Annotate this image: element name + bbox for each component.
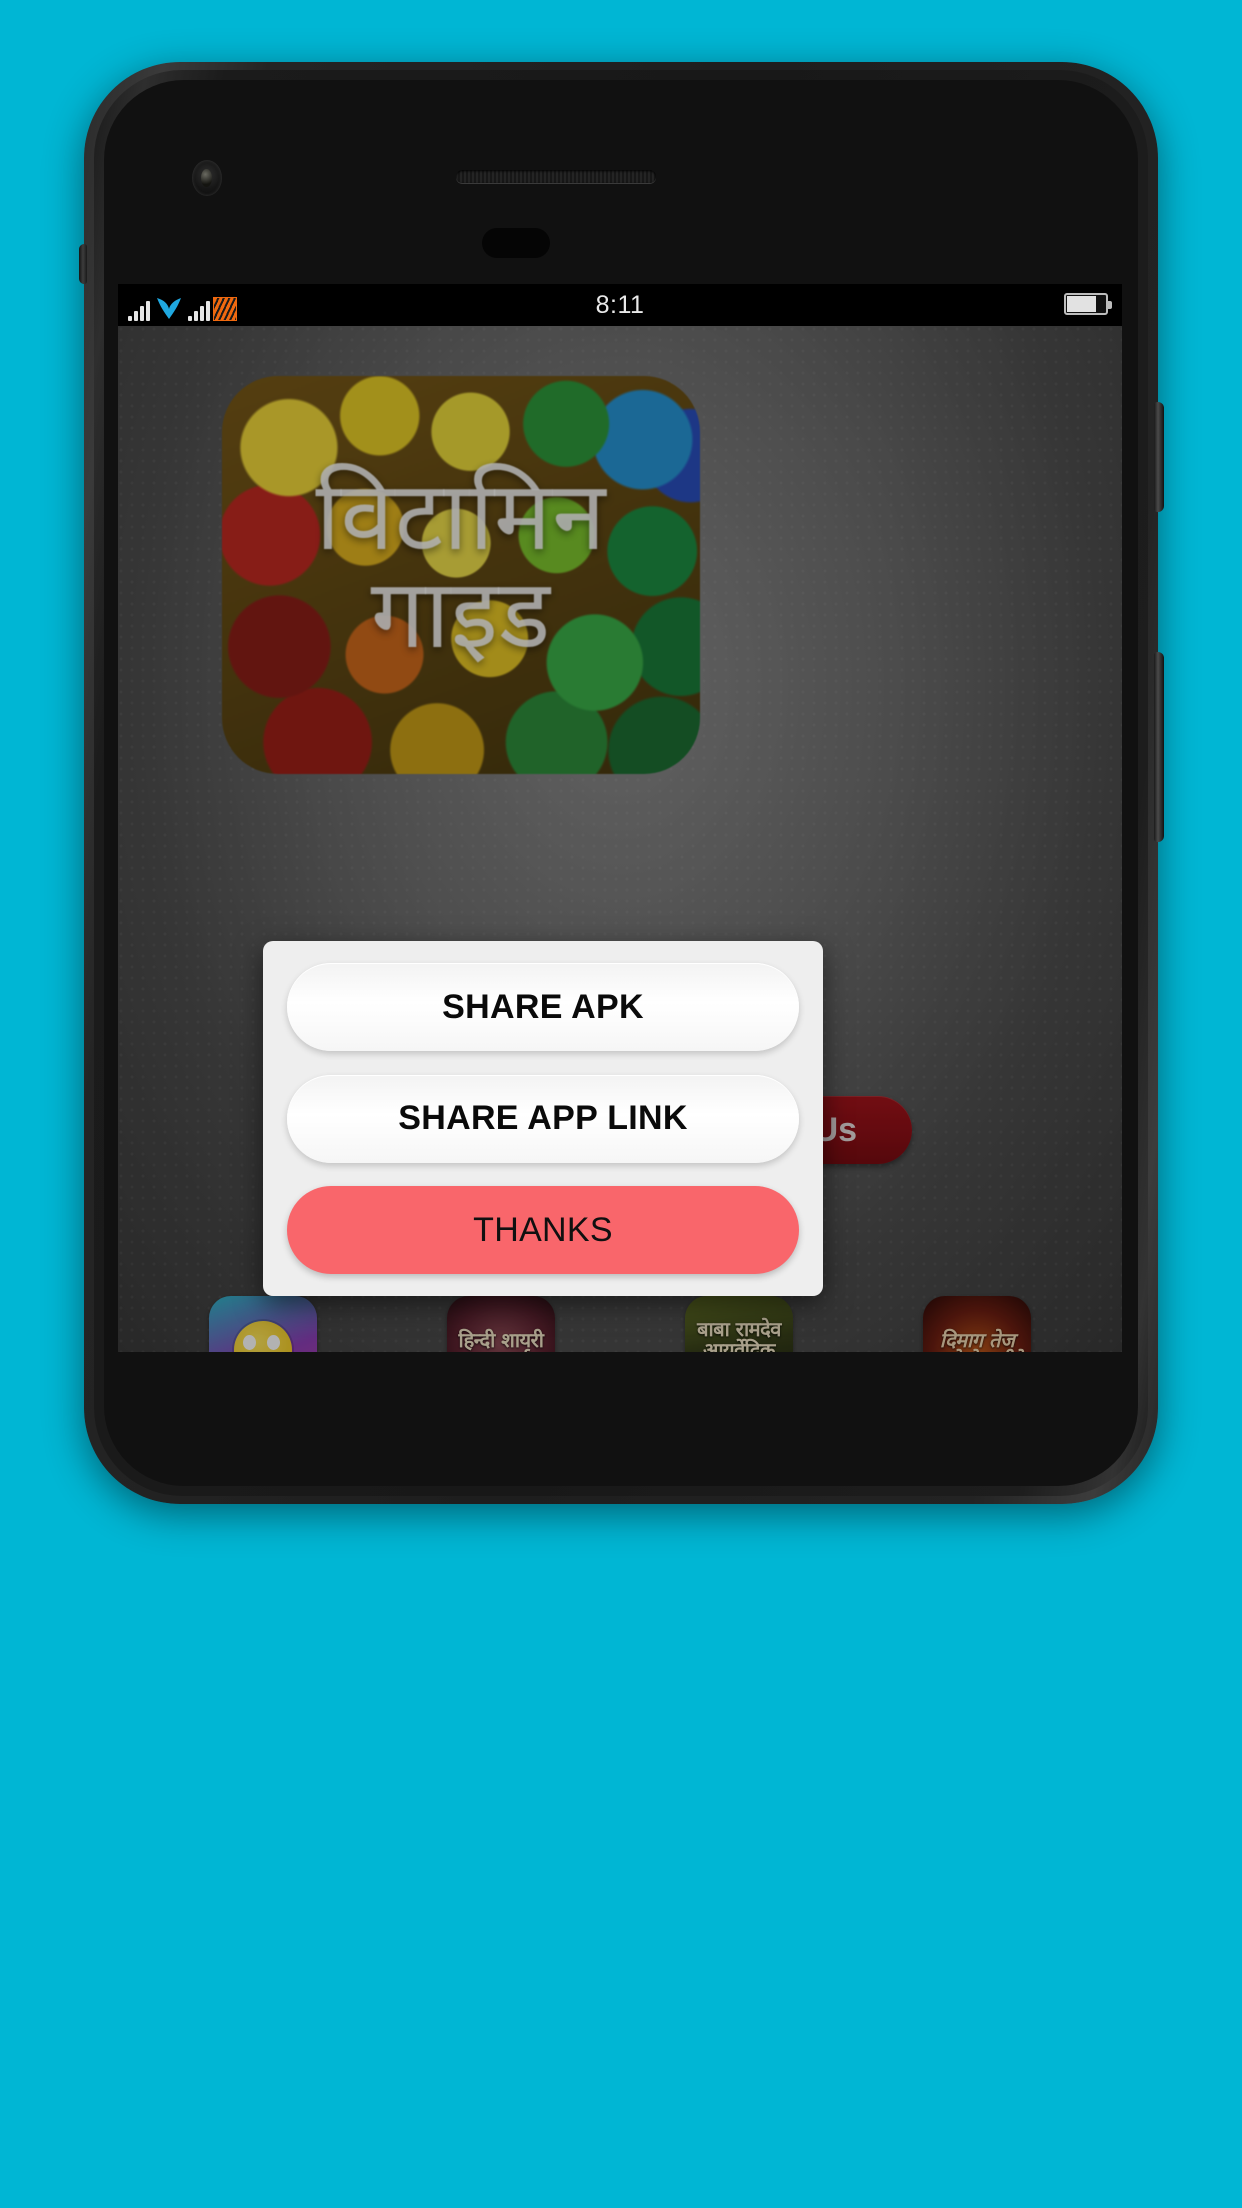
app-icon-text: बाबा रामदेव आयुर्वेदिक नुस्खे (697, 1317, 781, 1352)
app-icon-text: हिन्दी शायरी का दर्जा (458, 1327, 544, 1352)
share-dialog: SHARE APK SHARE APP LINK THANKS (263, 941, 823, 1296)
baba-ramdev-ayurvedic-nuskhe-icon: बाबा रामदेव आयुर्वेदिक नुस्खे (685, 1296, 793, 1352)
app-icon-text: दिमाग तेज करने के तरीके (927, 1327, 1027, 1352)
recommended-apps-row: Hindi Whatsapp Jokes In Hindi ★★★★★ हिन्… (118, 1296, 1122, 1352)
power-button[interactable] (1154, 652, 1164, 842)
smiley-face-icon (234, 1321, 292, 1352)
app-hero-banner: विटामिन गाइड (222, 376, 700, 774)
thanks-button[interactable]: THANKS (287, 1186, 799, 1274)
status-bar-clock: 8:11 (595, 290, 645, 319)
hindi-shayari-status-icon: हिन्दी शायरी का दर्जा (447, 1296, 555, 1352)
whatsapp-jokes-hindi-icon: Hindi (209, 1296, 317, 1352)
share-app-link-button[interactable]: SHARE APP LINK (287, 1074, 799, 1163)
list-item[interactable]: हिन्दी शायरी का दर्जा Hindi Shayari Stat… (391, 1296, 611, 1352)
list-item[interactable]: दिमाग तेज करने के तरीके Dimag Tej Karne … (867, 1296, 1087, 1352)
status-bar: 8:11 (118, 284, 1122, 326)
list-item[interactable]: बाबा रामदेव आयुर्वेदिक नुस्खे baba ramde… (629, 1296, 849, 1352)
left-side-button[interactable] (79, 244, 87, 284)
app-content: विटामिन गाइड MORE APPS 5* Rate Us f G+ (118, 326, 1122, 1352)
front-camera-icon (192, 160, 222, 196)
phone-device-frame: 8:11 विटामिन गाइड MORE APPS 5* Rate Us f (79, 62, 1164, 1504)
proximity-sensor-icon (482, 228, 550, 258)
share-apk-button[interactable]: SHARE APK (287, 963, 799, 1051)
list-item[interactable]: Hindi Whatsapp Jokes In Hindi ★★★★★ (153, 1296, 373, 1352)
dimag-tej-karne-ke-totke-icon: दिमाग तेज करने के तरीके (923, 1296, 1031, 1352)
app-hero-title: विटामिन गाइड (315, 460, 607, 670)
volume-button[interactable] (1154, 402, 1164, 512)
earpiece-speaker-icon (456, 170, 656, 183)
battery-icon (1064, 293, 1112, 315)
phone-screen: 8:11 विटामिन गाइड MORE APPS 5* Rate Us f (118, 284, 1122, 1352)
